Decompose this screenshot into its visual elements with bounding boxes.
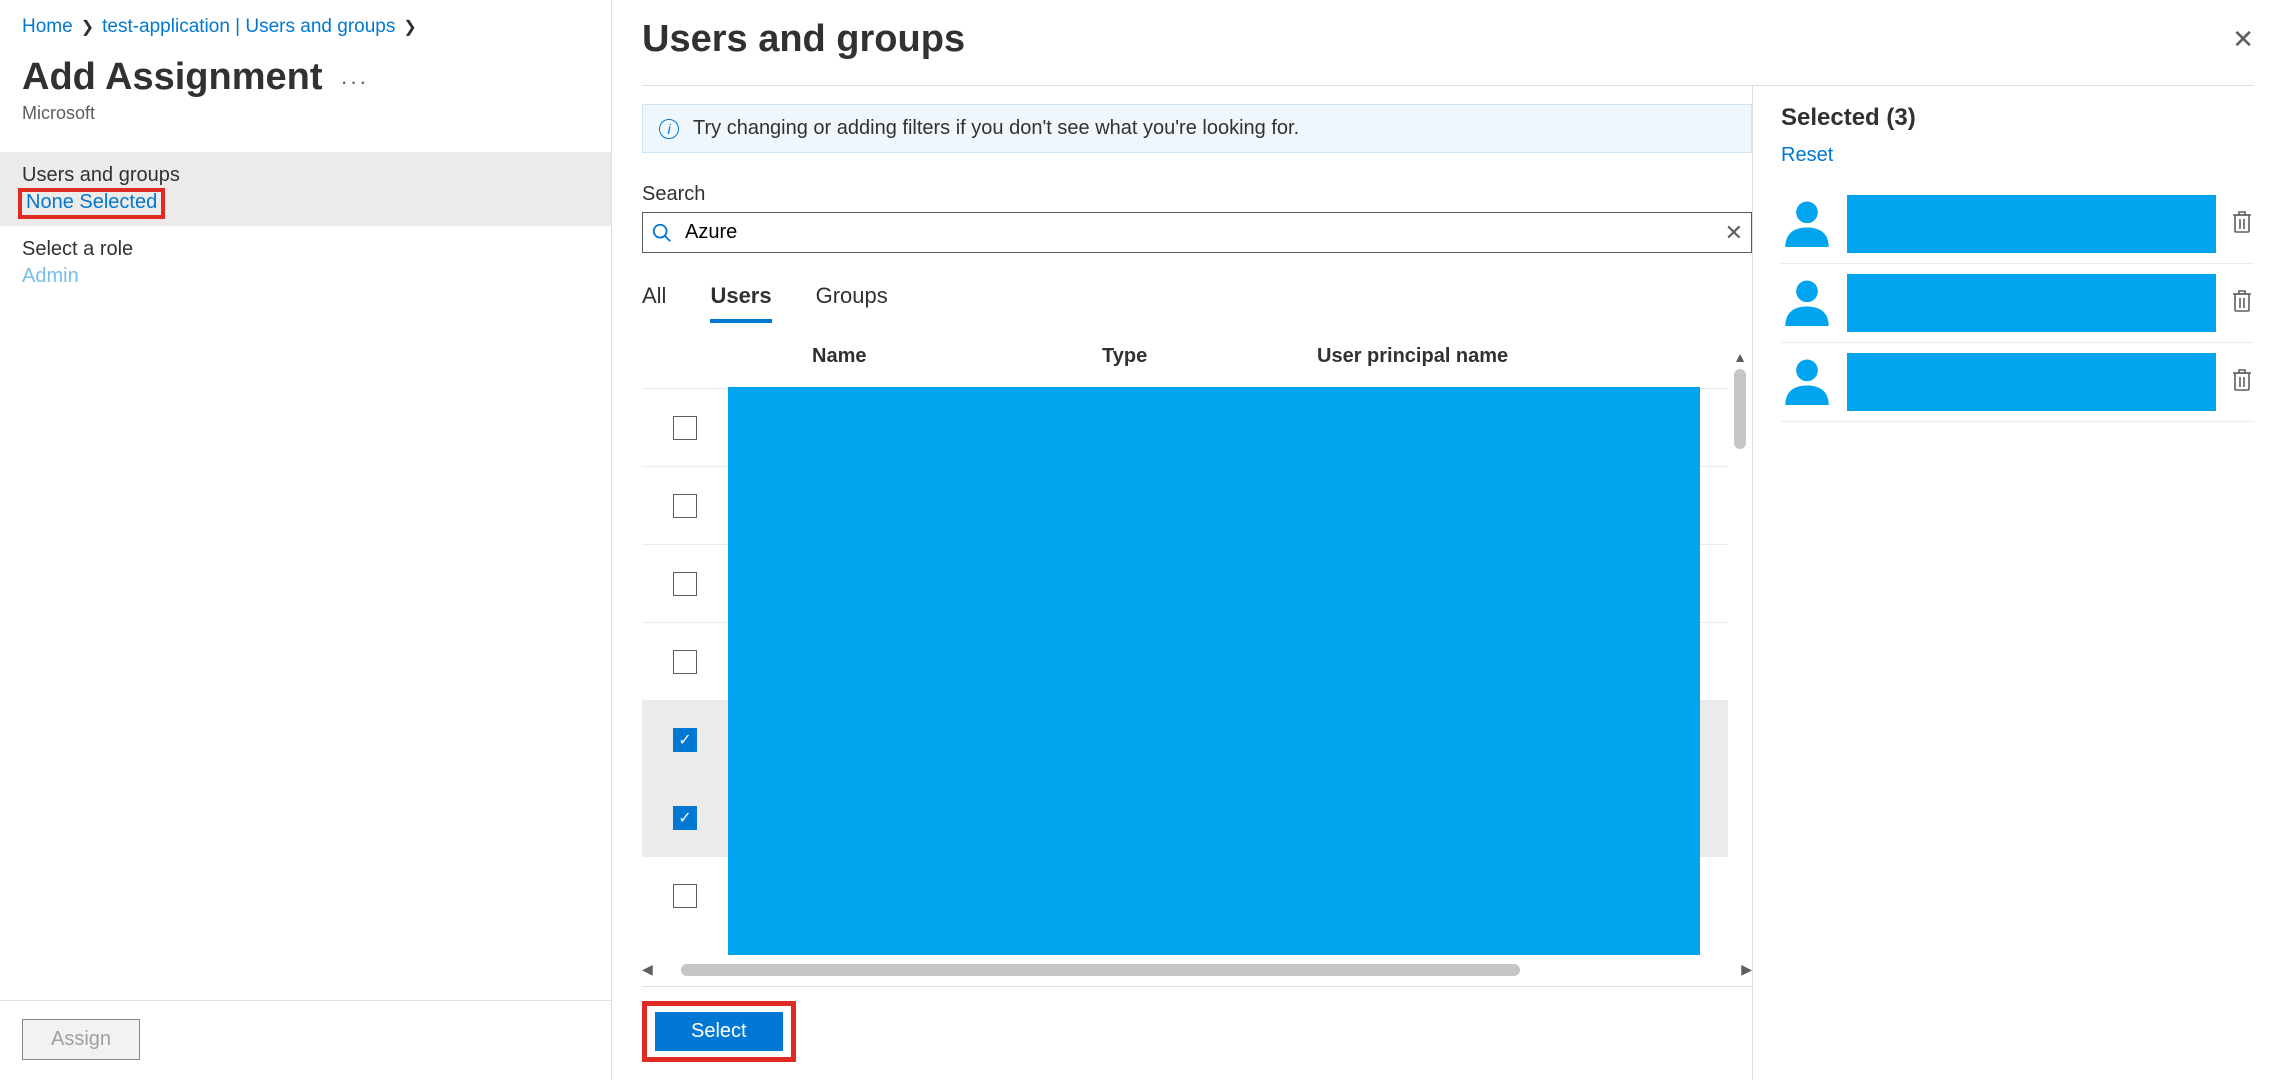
delete-icon[interactable] <box>2230 286 2254 320</box>
reset-link[interactable]: Reset <box>1781 144 1833 167</box>
search-box[interactable]: ✕ <box>642 212 1752 253</box>
scroll-right-icon[interactable]: ▶ <box>1741 961 1752 978</box>
tab-groups[interactable]: Groups <box>816 275 888 323</box>
result-tabs: All Users Groups <box>642 275 1752 323</box>
blade-title: Users and groups <box>642 18 965 61</box>
chevron-right-icon: ❯ <box>403 17 416 37</box>
field-users-and-groups[interactable]: Users and groups None Selected <box>0 152 611 226</box>
users-groups-blade: Users and groups ✕ i Try changing or add… <box>612 0 2280 1080</box>
scroll-thumb[interactable] <box>1734 369 1746 449</box>
selected-item <box>1781 264 2254 343</box>
scroll-left-icon[interactable]: ◀ <box>642 961 653 978</box>
row-checkbox[interactable] <box>673 494 697 518</box>
redacted-content <box>1847 274 2216 332</box>
redacted-content <box>1847 195 2216 253</box>
highlight-box: Select <box>642 1001 796 1062</box>
field-label: Users and groups <box>22 164 589 187</box>
user-icon <box>1781 274 1833 332</box>
clear-icon[interactable]: ✕ <box>1725 220 1743 246</box>
scroll-up-icon[interactable]: ▲ <box>1733 349 1747 365</box>
search-label: Search <box>642 183 1752 206</box>
row-checkbox[interactable]: ✓ <box>673 806 697 830</box>
col-upn: User principal name <box>1317 345 1728 368</box>
page-subtitle: Microsoft <box>0 99 611 152</box>
row-checkbox[interactable] <box>673 884 697 908</box>
info-banner: i Try changing or adding filters if you … <box>642 104 1752 153</box>
page-title: Add Assignment <box>22 56 323 99</box>
breadcrumb-app[interactable]: test-application | Users and groups <box>102 16 395 38</box>
row-checkbox[interactable]: ✓ <box>673 728 697 752</box>
select-button[interactable]: Select <box>655 1012 783 1051</box>
selected-item <box>1781 343 2254 422</box>
selected-item <box>1781 185 2254 264</box>
field-label: Select a role <box>22 238 589 261</box>
col-name: Name <box>812 345 1102 368</box>
row-checkbox[interactable] <box>673 416 697 440</box>
breadcrumb-home[interactable]: Home <box>22 16 73 38</box>
row-checkbox[interactable] <box>673 572 697 596</box>
col-type: Type <box>1102 345 1317 368</box>
assign-button[interactable]: Assign <box>22 1019 140 1060</box>
row-checkbox[interactable] <box>673 650 697 674</box>
redacted-content <box>1847 353 2216 411</box>
breadcrumb: Home ❯ test-application | Users and grou… <box>0 0 611 38</box>
selected-title: Selected (3) <box>1781 104 2254 132</box>
left-pane: Home ❯ test-application | Users and grou… <box>0 0 612 1080</box>
none-selected-link[interactable]: None Selected <box>26 191 157 214</box>
delete-icon[interactable] <box>2230 365 2254 399</box>
search-icon <box>651 222 673 244</box>
user-icon <box>1781 195 1833 253</box>
scroll-thumb[interactable] <box>681 964 1521 976</box>
role-link[interactable]: Admin <box>22 265 79 288</box>
info-text: Try changing or adding filters if you do… <box>693 117 1299 140</box>
column-headers: Name Type User principal name <box>642 345 1728 368</box>
tab-users[interactable]: Users <box>710 275 771 323</box>
tab-all[interactable]: All <box>642 275 666 323</box>
user-icon <box>1781 353 1833 411</box>
horizontal-scrollbar[interactable]: ◀ ▶ <box>642 955 1752 980</box>
delete-icon[interactable] <box>2230 207 2254 241</box>
search-input[interactable] <box>683 217 1725 248</box>
field-select-role[interactable]: Select a role Admin <box>0 226 611 300</box>
highlight-box: None Selected <box>18 188 165 219</box>
chevron-right-icon: ❯ <box>81 17 94 37</box>
more-icon[interactable]: ··· <box>341 69 369 95</box>
selected-panel: Selected (3) Reset <box>1752 86 2254 1080</box>
info-icon: i <box>659 119 679 139</box>
close-icon[interactable]: ✕ <box>2232 24 2254 55</box>
redacted-content <box>728 387 1700 955</box>
vertical-scrollbar[interactable]: ▲ <box>1728 345 1752 955</box>
